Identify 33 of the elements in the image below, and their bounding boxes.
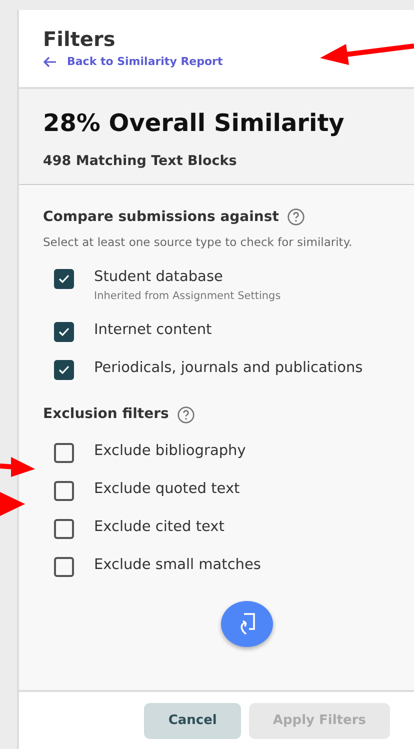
section-description: Select at least one source type to check for similarity. bbox=[43, 234, 354, 250]
section-title: Compare submissions against bbox=[43, 208, 279, 226]
back-arrow-icon bbox=[43, 56, 57, 68]
option-note: Inherited from Assignment Settings bbox=[94, 288, 281, 304]
option-label: Exclude bibliography bbox=[94, 442, 246, 462]
annotation-arrow-icon bbox=[0, 457, 35, 477]
panel-title: Filters bbox=[43, 28, 116, 50]
back-link[interactable]: Back to Similarity Report bbox=[43, 54, 223, 70]
matching-blocks-count: 498 Matching Text Blocks bbox=[43, 152, 238, 172]
option-label: Student database bbox=[94, 268, 224, 287]
checkbox[interactable] bbox=[54, 481, 74, 502]
option-label: Periodicals, journals and publications bbox=[94, 359, 363, 378]
checkbox[interactable] bbox=[54, 268, 74, 289]
checkbox[interactable] bbox=[54, 519, 74, 540]
annotation-arrow-icon bbox=[320, 44, 414, 65]
checkbox[interactable] bbox=[54, 360, 74, 380]
option-label: Exclude cited text bbox=[94, 518, 224, 538]
checkbox[interactable] bbox=[54, 322, 74, 342]
option-label: Exclude small matches bbox=[94, 556, 261, 576]
check-icon bbox=[58, 327, 70, 338]
check-icon bbox=[58, 365, 70, 376]
help-icon[interactable] bbox=[286, 208, 305, 226]
annotation-arrow-icon bbox=[0, 492, 25, 516]
check-icon bbox=[58, 274, 70, 284]
checkbox[interactable] bbox=[54, 443, 74, 464]
similarity-headline: 28% Overall Similarity bbox=[43, 108, 346, 140]
checkbox[interactable] bbox=[54, 557, 74, 578]
option-label: Internet content bbox=[94, 321, 212, 340]
section-title: Exclusion filters bbox=[43, 405, 169, 424]
option-label: Exclude quoted text bbox=[94, 480, 240, 500]
cancel-button[interactable]: Cancel bbox=[144, 702, 241, 738]
help-icon[interactable] bbox=[176, 406, 195, 424]
jump-button[interactable] bbox=[220, 601, 272, 648]
